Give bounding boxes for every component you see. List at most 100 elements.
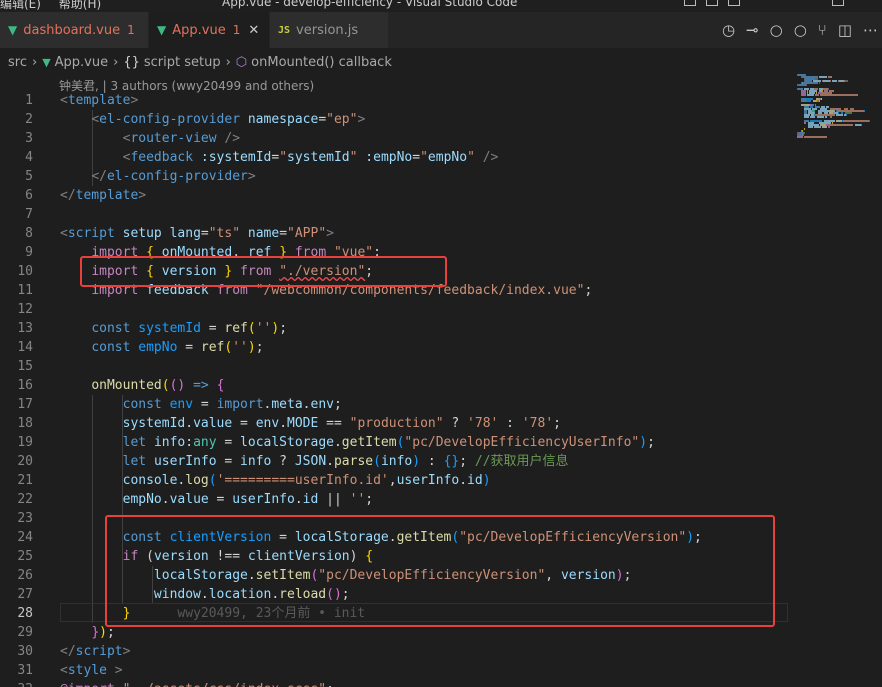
line-number: 18: [17, 416, 33, 431]
code-line[interactable]: 6 </template>: [0, 186, 790, 205]
sidebar-toggle-icon[interactable]: [728, 0, 740, 6]
code-line[interactable]: 21 console. log('=========userInfo.id',us…: [0, 471, 790, 490]
code-token: "production": [349, 416, 444, 431]
line-number: 14: [17, 340, 33, 355]
breadcrumb-app-vue[interactable]: App.vue: [55, 55, 108, 70]
code-token: >: [326, 226, 334, 241]
code-line[interactable]: 12: [0, 300, 790, 319]
maximize-icon[interactable]: [832, 0, 844, 6]
code-token: .: [185, 416, 194, 431]
code-line[interactable]: 17 const env = import.meta.env;: [0, 395, 790, 414]
line-number: 29: [17, 625, 33, 640]
code-token: "pc/DevelopEfficiencyUserInfo": [404, 435, 640, 450]
code-token: =: [216, 454, 241, 469]
code-token: userInfo: [153, 454, 217, 469]
code-token: .: [294, 492, 303, 507]
line-code: onMounted(() => {: [60, 376, 224, 395]
tab-version-js[interactable]: JS version.js: [270, 12, 388, 48]
code-token: script: [75, 644, 123, 659]
code-token: =>: [193, 378, 209, 393]
tab-dashboard-vue[interactable]: ▼ dashboard.vue 1: [0, 12, 148, 48]
code-token: ;: [459, 454, 475, 469]
code-line[interactable]: 3 <router-view />: [0, 129, 790, 148]
split-editor-icon[interactable]: ◫: [838, 21, 852, 39]
breadcrumb-callback[interactable]: onMounted() callback: [251, 55, 392, 70]
code-token: ,: [388, 473, 397, 488]
code-token: =: [177, 340, 201, 355]
vertical-scrollbar[interactable]: [868, 70, 882, 687]
line-number: 32: [0, 680, 33, 687]
next-change-icon[interactable]: ○: [794, 21, 807, 39]
code-line[interactable]: 15: [0, 357, 790, 376]
minimap-mark: [821, 98, 823, 100]
code-line[interactable]: 22 empNo.value = userInfo.id || '';: [0, 490, 790, 509]
panel-toggle-icon[interactable]: [706, 0, 718, 6]
line-number: 23: [17, 511, 33, 526]
minimap-mark: [863, 110, 865, 112]
code-line[interactable]: 2 <el-config-provider namespace="ep">: [0, 110, 790, 129]
code-token: any: [193, 435, 217, 450]
code-line[interactable]: 32 @import "../assets/css/index.scss";: [0, 680, 790, 687]
minimap-mark: [835, 114, 843, 116]
timeline-icon[interactable]: ◷: [722, 21, 735, 39]
line-number: 19: [17, 435, 33, 450]
code-line[interactable]: 19 let info:any = localStorage.getItem("…: [0, 433, 790, 452]
line-code: <script setup lang="ts" name="APP">: [60, 224, 334, 243]
code-token: ;: [365, 492, 374, 507]
breadcrumb-src[interactable]: src: [8, 55, 27, 70]
code-token: el-config-provider: [106, 169, 248, 184]
breadcrumb-script-setup[interactable]: script setup: [144, 55, 221, 70]
line-number: 5: [25, 169, 33, 184]
close-icon[interactable]: ✕: [248, 23, 259, 38]
line-number: 30: [17, 644, 33, 659]
more-actions-icon[interactable]: ⋯: [863, 21, 878, 39]
code-token: =: [232, 416, 256, 431]
code-line[interactable]: 30 </script>: [0, 642, 790, 661]
line-code: <router-view />: [60, 129, 240, 148]
code-token: .: [302, 397, 311, 412]
line-code: let userInfo = info ? JSON.parse(info) :…: [60, 452, 569, 471]
previous-change-icon[interactable]: ○: [770, 21, 783, 39]
line-number: 10: [17, 264, 33, 279]
code-line[interactable]: 16 onMounted(() => {: [0, 376, 790, 395]
code-line[interactable]: 20 let userInfo = info ? JSON.parse(info…: [0, 452, 790, 471]
code-line[interactable]: 18 systemId.value = env.MODE == "product…: [0, 414, 790, 433]
code-token: ): [99, 625, 107, 640]
line-number: 31: [17, 663, 33, 678]
code-token: script: [67, 226, 115, 241]
code-token: :systemId: [200, 150, 272, 165]
git-graph-icon[interactable]: ⑂: [818, 21, 827, 39]
code-line[interactable]: 1 <template>: [0, 91, 790, 110]
line-number: 7: [25, 207, 33, 222]
code-line[interactable]: 8 <script setup lang="ts" name="APP">: [0, 224, 790, 243]
code-token: template: [75, 188, 139, 203]
tab-app-vue[interactable]: ▼ App.vue 1 ✕: [149, 12, 269, 48]
tab-label: dashboard.vue: [23, 22, 121, 38]
compare-previous-icon[interactable]: ⊸: [746, 21, 759, 39]
menu-help[interactable]: 帮助(H): [59, 0, 101, 11]
code-line[interactable]: 31 <style >: [0, 661, 790, 680]
code-token: const: [91, 340, 131, 355]
code-token: =: [412, 150, 421, 165]
line-code: </el-config-provider>: [60, 167, 255, 186]
code-line[interactable]: 13 const systemId = ref('');: [0, 319, 790, 338]
minimap-mark: [804, 116, 810, 118]
code-token: =: [216, 435, 241, 450]
line-number: 12: [17, 302, 33, 317]
code-token: ;: [333, 397, 342, 412]
code-line[interactable]: 14 const empNo = ref('');: [0, 338, 790, 357]
layout-toggle-icon[interactable]: [684, 0, 696, 6]
window-title: App.vue - develop-efficiency - Visual St…: [222, 0, 518, 9]
code-token: meta: [271, 397, 303, 412]
code-token: .: [279, 416, 288, 431]
code-token: info: [153, 435, 186, 450]
code-line[interactable]: 5 </el-config-provider>: [0, 167, 790, 186]
code-line[interactable]: 4 <feedback :systemId="systemId" :empNo=…: [0, 148, 790, 167]
minimap-mark: [819, 94, 858, 96]
code-line[interactable]: 7: [0, 205, 790, 224]
menu-edit[interactable]: 编辑(E): [0, 0, 41, 11]
